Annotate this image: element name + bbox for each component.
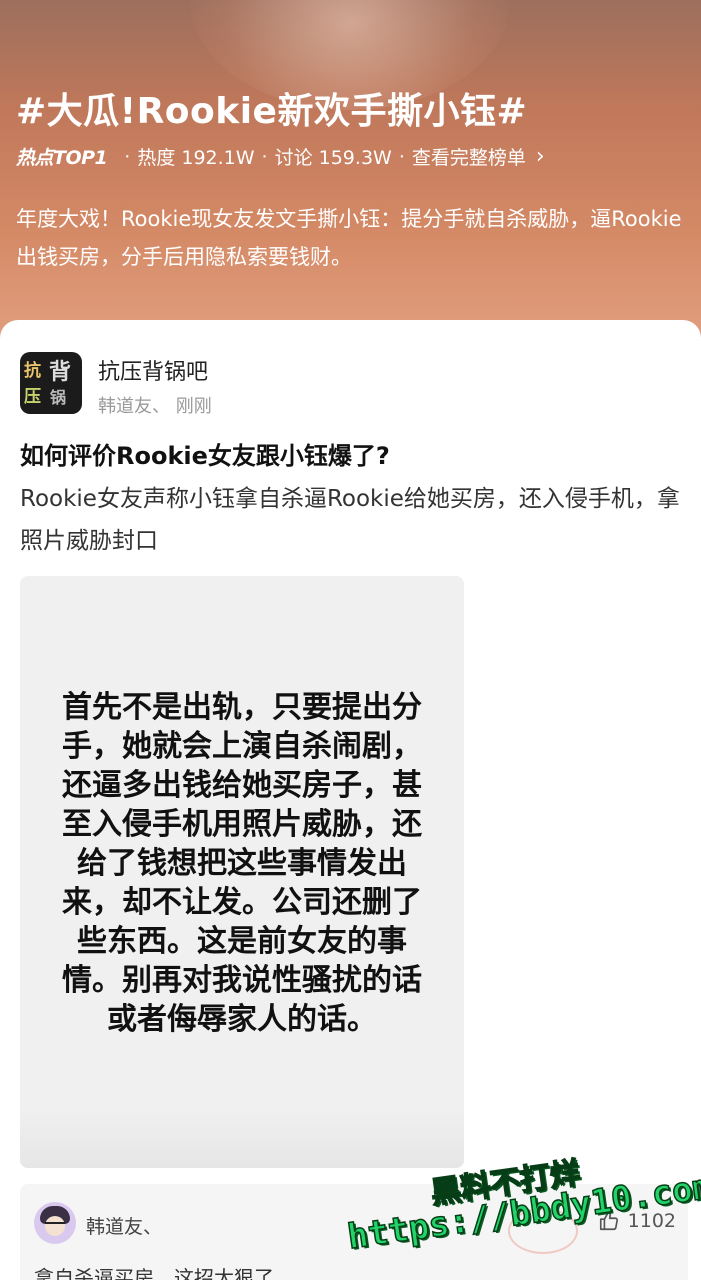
- post-card: 抗 背 压 锅 抗压背锅吧 韩道友、 刚刚 如何评价Rookie女友跟小钰爆了?…: [0, 320, 701, 1280]
- post-sub-info: 韩道友、 刚刚: [98, 396, 212, 417]
- image-bottom-shade: [20, 1108, 464, 1168]
- question-body: Rookie女友声称小钰拿自杀逼Rookie给她买房，还入侵手机，拿照片威胁封口: [20, 486, 680, 554]
- separator-dot: ·: [124, 145, 131, 168]
- discussion-count: 讨论 159.3W: [274, 147, 392, 169]
- hot-top1-logo: 热点TOP1: [16, 147, 108, 169]
- commenter-avatar[interactable]: [34, 1202, 76, 1244]
- separator-dot: ·: [261, 145, 268, 168]
- topic-meta-row: 热点TOP1 · 热度 192.1W · 讨论 159.3W · 查看完整榜单 …: [16, 143, 545, 170]
- forum-name[interactable]: 抗压背锅吧: [98, 354, 208, 386]
- topic-description: 年度大戏！Rookie现女友发文手撕小钰：提分手就自杀威胁，逼Rookie出钱买…: [16, 207, 682, 269]
- chevron-right-icon[interactable]: ›: [536, 145, 545, 168]
- commenter-name[interactable]: 韩道友、: [86, 1212, 162, 1239]
- forum-avatar[interactable]: 抗 背 压 锅: [20, 352, 82, 414]
- post-image[interactable]: 首先不是出轨，只要提出分手，她就会上演自杀闹剧，还逼多出钱给她买房子，甚至入侵手…: [20, 576, 464, 1168]
- image-statement-text: 首先不是出轨，只要提出分手，她就会上演自杀闹剧，还逼多出钱给她买房子，甚至入侵手…: [62, 690, 422, 1037]
- comment-text: 拿自杀逼买房，这招太狠了: [34, 1266, 274, 1280]
- full-list-link[interactable]: 查看完整榜单: [412, 143, 526, 170]
- topic-title: #大瓜!Rookie新欢手撕小钰#: [16, 91, 528, 132]
- heat-count: 热度 192.1W: [137, 147, 255, 169]
- separator-dot: ·: [398, 145, 405, 168]
- question-title[interactable]: 如何评价Rookie女友跟小钰爆了?: [20, 436, 390, 471]
- hot-topic-header: #大瓜!Rookie新欢手撕小钰# 热点TOP1 · 热度 192.1W · 讨…: [0, 0, 701, 360]
